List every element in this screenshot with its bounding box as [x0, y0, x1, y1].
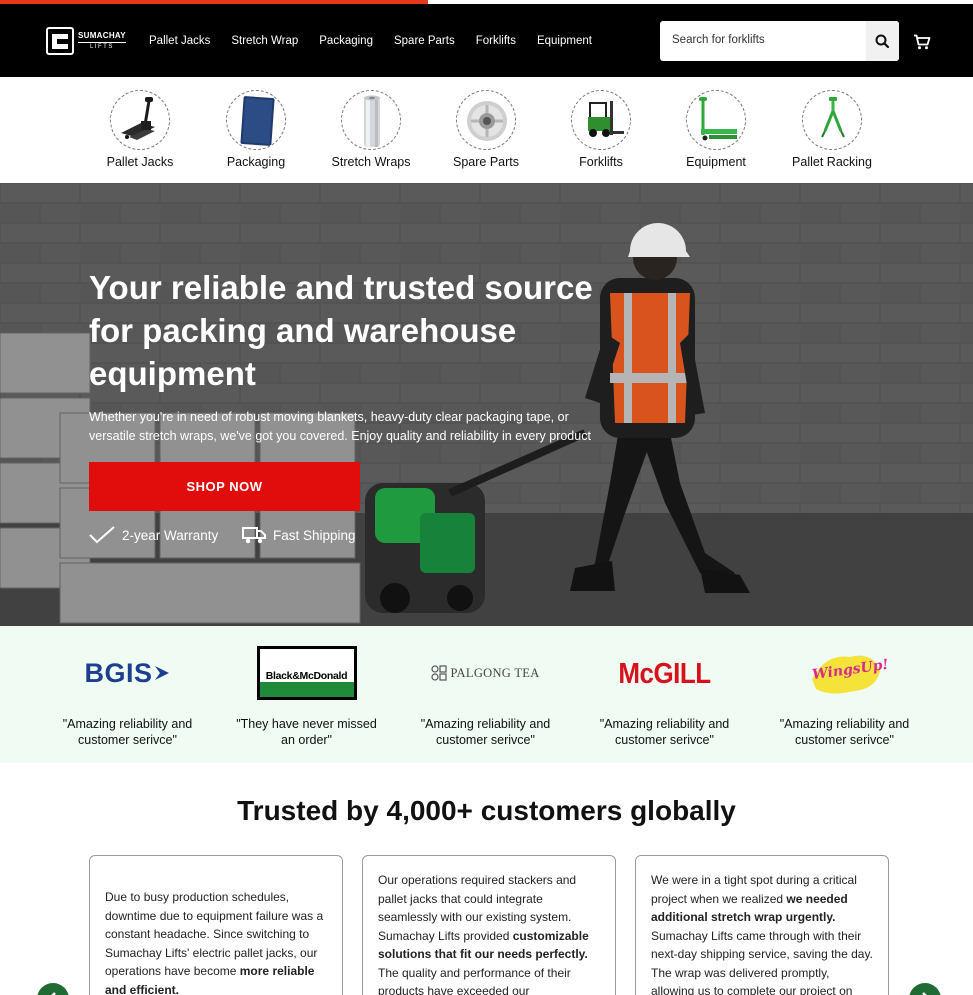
client-logos-band: BGIS "Amazing reliability and customer se… — [0, 626, 973, 763]
nav-spare-parts[interactable]: Spare Parts — [394, 35, 455, 47]
spare-part-wheel-image — [456, 90, 516, 150]
brand-quote: "Amazing reliability and customer serivce… — [62, 717, 193, 747]
shop-now-button[interactable]: SHOP NOW — [89, 462, 360, 511]
testimonial-text-segment: The quality and performance of their pro… — [378, 965, 571, 995]
chevron-right-icon — [922, 992, 927, 995]
category-stretch-wraps[interactable]: Stretch Wraps — [316, 90, 426, 169]
category-label: Spare Parts — [452, 155, 519, 169]
carousel-next-button[interactable] — [909, 983, 941, 995]
category-pallet-jacks[interactable]: Pallet Jacks — [85, 90, 195, 169]
chevron-left-icon — [51, 992, 56, 995]
category-equipment[interactable]: Equipment — [661, 90, 771, 169]
category-label: Forklifts — [579, 155, 623, 169]
equipment-image — [686, 90, 746, 150]
hero-text-block: Your reliable and trusted source for pac… — [89, 266, 649, 446]
nav-packaging[interactable]: Packaging — [319, 35, 373, 47]
carousel-prev-button[interactable] — [37, 983, 69, 995]
pallet-racking-image — [802, 90, 862, 150]
brand-quote: "They have never missed an order" — [236, 717, 377, 747]
wingsup-logo: WingsUp! — [757, 646, 932, 700]
hero-banner: Your reliable and trusted source for pac… — [0, 183, 973, 626]
brand-black-mcdonald: Black&McDonald "They have never missed an… — [219, 646, 394, 748]
perk-warranty: 2-year Warranty — [89, 526, 218, 544]
category-forklifts[interactable]: Forklifts — [546, 90, 656, 169]
bgis-logo: BGIS — [40, 646, 215, 700]
brand-mcgill: McGILL "Amazing reliability and customer … — [577, 646, 752, 748]
brand-wingsup: WingsUp! "Amazing reliability and custome… — [757, 646, 932, 748]
category-spare-parts[interactable]: Spare Parts — [431, 90, 541, 169]
testimonials-heading: Trusted by 4,000+ customers globally — [237, 795, 736, 826]
palgong-tea-logo: PALGONG TEA — [398, 646, 573, 700]
brand-palgong-tea: PALGONG TEA "Amazing reliability and cust… — [398, 646, 573, 748]
site-header: SUMACHAY LIFTS Pallet Jacks Stretch Wrap… — [0, 4, 973, 77]
nav-equipment[interactable]: Equipment — [537, 35, 592, 47]
hero-subtitle: Whether you're in need of robust moving … — [89, 410, 591, 443]
nav-stretch-wrap[interactable]: Stretch Wrap — [231, 35, 298, 47]
testimonial-card-3: We were in a tight spot during a critica… — [635, 855, 889, 995]
stretch-wrap-image — [341, 90, 401, 150]
perk-label: 2-year Warranty — [122, 527, 219, 543]
category-label: Pallet Racking — [792, 155, 872, 169]
category-label: Stretch Wraps — [331, 155, 411, 169]
testimonial-card-1: Due to busy production schedules, downti… — [89, 855, 343, 995]
packaging-image — [226, 90, 286, 150]
category-strip: Pallet Jacks Packaging Stretch Wraps Spa… — [0, 77, 973, 183]
checkmark-icon — [89, 526, 115, 544]
brand-quote: "Amazing reliability and customer serivce… — [599, 717, 730, 747]
main-nav: Pallet Jacks Stretch Wrap Packaging Spar… — [149, 35, 613, 47]
logo-mark-icon — [46, 27, 74, 55]
perk-label: Fast Shipping — [273, 527, 356, 543]
brand-bgis: BGIS "Amazing reliability and customer se… — [40, 646, 215, 748]
search-box: Search for forklifts — [660, 21, 899, 61]
brand-quote: "Amazing reliability and customer serivce… — [420, 717, 551, 747]
cart-icon[interactable] — [913, 34, 931, 50]
brand-quote: "Amazing reliability and customer serivce… — [779, 717, 910, 747]
category-label: Equipment — [686, 155, 746, 169]
category-label: Pallet Jacks — [106, 155, 174, 169]
black-mcdonald-logo: Black&McDonald — [219, 646, 394, 700]
nav-pallet-jacks[interactable]: Pallet Jacks — [149, 35, 210, 47]
truck-icon — [242, 527, 266, 544]
site-logo[interactable]: SUMACHAY LIFTS — [46, 27, 126, 55]
mcgill-logo: McGILL — [618, 655, 711, 689]
search-icon — [875, 34, 890, 49]
category-packaging[interactable]: Packaging — [201, 90, 311, 169]
palgong-mark-icon — [431, 665, 448, 681]
search-input[interactable]: Search for forklifts — [672, 34, 765, 46]
hero-title: Your reliable and trusted source for pac… — [89, 269, 593, 392]
category-pallet-racking[interactable]: Pallet Racking — [777, 90, 887, 169]
pallet-jack-image — [110, 90, 170, 150]
testimonial-card-2: Our operations required stackers and pal… — [362, 855, 616, 995]
nav-forklifts[interactable]: Forklifts — [476, 35, 516, 47]
logo-line2: LIFTS — [78, 42, 126, 50]
category-label: Packaging — [226, 155, 286, 169]
perk-shipping: Fast Shipping — [242, 526, 356, 544]
testimonial-text-segment: Sumachay Lifts came through with their n… — [651, 928, 873, 995]
bgis-arrow-icon — [154, 666, 169, 680]
search-button[interactable] — [866, 21, 899, 61]
forklift-image — [571, 90, 631, 150]
logo-line1: SUMACHAY — [78, 31, 126, 40]
